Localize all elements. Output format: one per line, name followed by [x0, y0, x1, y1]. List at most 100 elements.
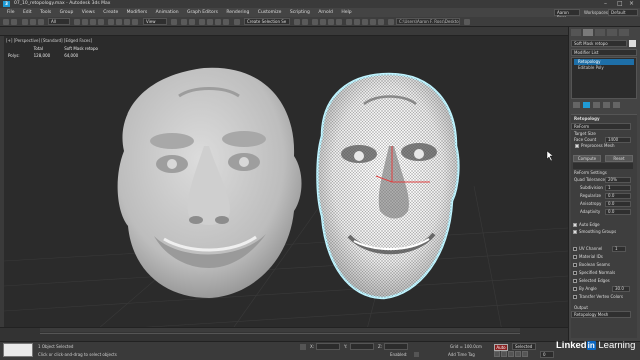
- maxscript-listener[interactable]: [3, 343, 33, 357]
- select-by-name-icon[interactable]: [82, 19, 88, 25]
- workspace-dropdown[interactable]: Default: [608, 9, 638, 16]
- schematic-view-icon[interactable]: [328, 19, 334, 25]
- menu-customize[interactable]: Customize: [258, 8, 282, 17]
- adaptivity-spinner[interactable]: 0.0: [605, 209, 631, 215]
- key-filter-dropdown[interactable]: Selected: [512, 343, 536, 350]
- redo-icon[interactable]: [11, 19, 17, 25]
- selection-filter-dropdown[interactable]: All: [48, 18, 70, 25]
- select-rotate-icon[interactable]: [116, 19, 122, 25]
- window-crossing-icon[interactable]: [98, 19, 104, 25]
- material-editor-icon[interactable]: [336, 19, 342, 25]
- minimize-icon[interactable]: –: [604, 0, 607, 8]
- adaptive-degradation-icon[interactable]: [414, 352, 419, 357]
- user-account-dropdown[interactable]: Aaron Ross: [554, 9, 580, 20]
- soft-mask-mesh[interactable]: [117, 67, 302, 298]
- object-color-swatch[interactable]: [629, 40, 636, 47]
- 3ds-max-icon[interactable]: 3: [3, 1, 10, 7]
- x-coord-field[interactable]: [316, 343, 340, 350]
- specified-normals-checkbox[interactable]: [573, 271, 577, 275]
- curve-editor-icon[interactable]: [320, 19, 326, 25]
- remove-modifier-icon[interactable]: [603, 102, 610, 108]
- menu-file[interactable]: File: [7, 8, 15, 17]
- reference-coordinate-dropdown[interactable]: View: [143, 18, 167, 25]
- angle-snap-icon[interactable]: [207, 19, 213, 25]
- subdivision-spinner[interactable]: 1: [605, 185, 631, 191]
- by-angle-checkbox[interactable]: [573, 287, 577, 291]
- by-angle-spinner[interactable]: 30.0: [612, 286, 630, 292]
- menu-views[interactable]: Views: [82, 8, 95, 17]
- create-tab-icon[interactable]: [571, 29, 581, 36]
- mirror-icon[interactable]: [294, 19, 300, 25]
- time-slider[interactable]: [40, 328, 520, 332]
- edit-named-selection-icon[interactable]: [234, 19, 240, 25]
- z-coord-field[interactable]: [384, 343, 408, 350]
- percent-snap-icon[interactable]: [215, 19, 221, 25]
- spinner-snap-icon[interactable]: [223, 19, 229, 25]
- render-in-cloud-icon[interactable]: [370, 19, 376, 25]
- project-folder-icon[interactable]: [388, 19, 394, 25]
- y-coord-field[interactable]: [350, 343, 374, 350]
- menu-rendering[interactable]: Rendering: [226, 8, 249, 17]
- align-icon[interactable]: [302, 19, 308, 25]
- preprocess-checkbox[interactable]: [575, 144, 579, 148]
- menu-animation[interactable]: Animation: [156, 8, 179, 17]
- current-frame-field[interactable]: 0: [540, 351, 554, 358]
- maximize-icon[interactable]: □: [617, 0, 623, 8]
- rendered-frame-window-icon[interactable]: [354, 19, 360, 25]
- bind-spacewarp-icon[interactable]: [38, 19, 44, 25]
- add-time-tag[interactable]: Add Time Tag: [448, 352, 475, 357]
- keyboard-shortcut-icon[interactable]: [189, 19, 195, 25]
- menu-tools[interactable]: Tools: [40, 8, 51, 17]
- undo-icon[interactable]: [3, 19, 9, 25]
- close-icon[interactable]: ×: [629, 0, 634, 8]
- placement-icon[interactable]: [132, 19, 138, 25]
- play-icon[interactable]: [508, 351, 514, 357]
- menu-edit[interactable]: Edit: [23, 8, 32, 17]
- selected-edges-checkbox[interactable]: [573, 279, 577, 283]
- soft-mask-retopo-mesh[interactable]: [316, 72, 460, 300]
- menu-group[interactable]: Group: [60, 8, 74, 17]
- show-end-result-icon[interactable]: [583, 102, 590, 108]
- transfer-vertex-colors-checkbox[interactable]: [573, 295, 577, 299]
- configure-sets-icon[interactable]: [613, 102, 620, 108]
- stack-item-editable-poly[interactable]: Editable Poly: [574, 65, 634, 71]
- object-name-field[interactable]: Soft Mask retopo: [571, 40, 627, 47]
- pivot-center-icon[interactable]: [171, 19, 177, 25]
- display-tab-icon[interactable]: [619, 29, 629, 36]
- rollout-title[interactable]: Retopology: [574, 116, 600, 121]
- output-dropdown[interactable]: Retopology Mesh: [571, 311, 631, 318]
- folder-browse-icon[interactable]: [464, 19, 470, 25]
- auto-key-button[interactable]: Auto: [494, 344, 508, 351]
- hierarchy-tab-icon[interactable]: [595, 29, 605, 36]
- next-frame-icon[interactable]: [515, 351, 521, 357]
- viewport-label[interactable]: [+] [Perspective] [Standard] [Edged Face…: [6, 38, 92, 43]
- uv-channel-spinner[interactable]: 1: [612, 246, 626, 252]
- uv-channel-checkbox[interactable]: [573, 247, 577, 251]
- motion-tab-icon[interactable]: [607, 29, 617, 36]
- named-selection-set-dropdown[interactable]: Create Selection Se: [244, 18, 290, 25]
- algorithm-dropdown[interactable]: ReForm: [571, 123, 631, 130]
- modifier-list-dropdown[interactable]: Modifier List: [571, 49, 637, 56]
- link-icon[interactable]: [22, 19, 28, 25]
- layer-explorer-icon[interactable]: [312, 19, 318, 25]
- select-scale-icon[interactable]: [124, 19, 130, 25]
- snaps-toggle-icon[interactable]: [199, 19, 205, 25]
- modify-tab-icon[interactable]: [583, 29, 593, 36]
- menu-help[interactable]: Help: [341, 8, 351, 17]
- boolean-seams-checkbox[interactable]: [573, 263, 577, 267]
- render-production-icon[interactable]: [362, 19, 368, 25]
- anisotropy-spinner[interactable]: 0.0: [605, 201, 631, 207]
- unlink-icon[interactable]: [30, 19, 36, 25]
- a360-gallery-icon[interactable]: [378, 19, 384, 25]
- select-object-icon[interactable]: [74, 19, 80, 25]
- go-to-end-icon[interactable]: [522, 351, 528, 357]
- regularize-spinner[interactable]: 0.0: [605, 193, 631, 199]
- menu-arnold[interactable]: Arnold: [318, 8, 333, 17]
- menu-graph-editors[interactable]: Graph Editors: [187, 8, 218, 17]
- menu-create[interactable]: Create: [103, 8, 118, 17]
- make-unique-icon[interactable]: [593, 102, 600, 108]
- rectangle-selection-icon[interactable]: [90, 19, 96, 25]
- menu-modifiers[interactable]: Modifiers: [127, 8, 148, 17]
- perspective-viewport[interactable]: [4, 36, 568, 341]
- reset-button[interactable]: Reset: [605, 155, 633, 162]
